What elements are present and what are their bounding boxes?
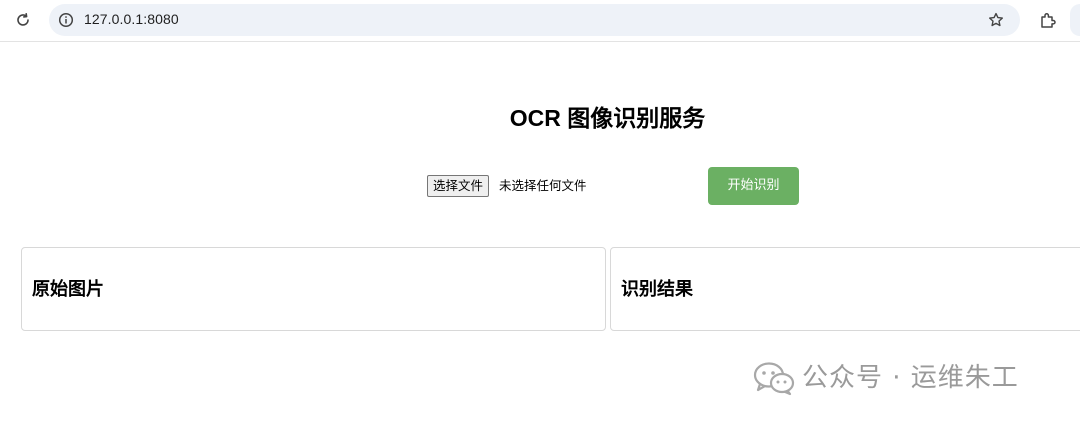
watermark-text: 公众号 · 运维朱工	[802, 363, 1019, 393]
watermark: 公众号 · 运维朱工	[752, 360, 1019, 396]
page-title: OCR 图像识别服务	[509, 105, 706, 131]
recognition-result-title: 识别结果	[621, 279, 693, 300]
reload-icon	[17, 13, 29, 26]
browser-toolbar: 127.0.0.1:8080	[0, 0, 1080, 42]
star-icon	[989, 12, 1003, 27]
bookmark-button[interactable]	[986, 10, 1006, 30]
recognition-result-panel: 识别结果	[610, 247, 1080, 331]
side-panel-edge	[1070, 4, 1080, 36]
file-status-text: 未选择任何文件	[499, 178, 587, 193]
reload-button[interactable]	[9, 6, 37, 34]
original-image-panel: 原始图片	[21, 247, 606, 331]
choose-file-button[interactable]: 选择文件	[427, 175, 490, 197]
extensions-button[interactable]	[1034, 6, 1062, 34]
address-bar[interactable]: 127.0.0.1:8080	[49, 4, 1020, 36]
url-text[interactable]: 127.0.0.1:8080	[84, 11, 179, 27]
start-recognition-button[interactable]: 开始识别	[708, 167, 799, 205]
extensions-icon	[1041, 13, 1056, 28]
site-info-button[interactable]	[56, 10, 76, 30]
info-icon	[58, 12, 74, 28]
wechat-logo-icon	[753, 362, 795, 396]
original-image-title: 原始图片	[32, 279, 104, 300]
